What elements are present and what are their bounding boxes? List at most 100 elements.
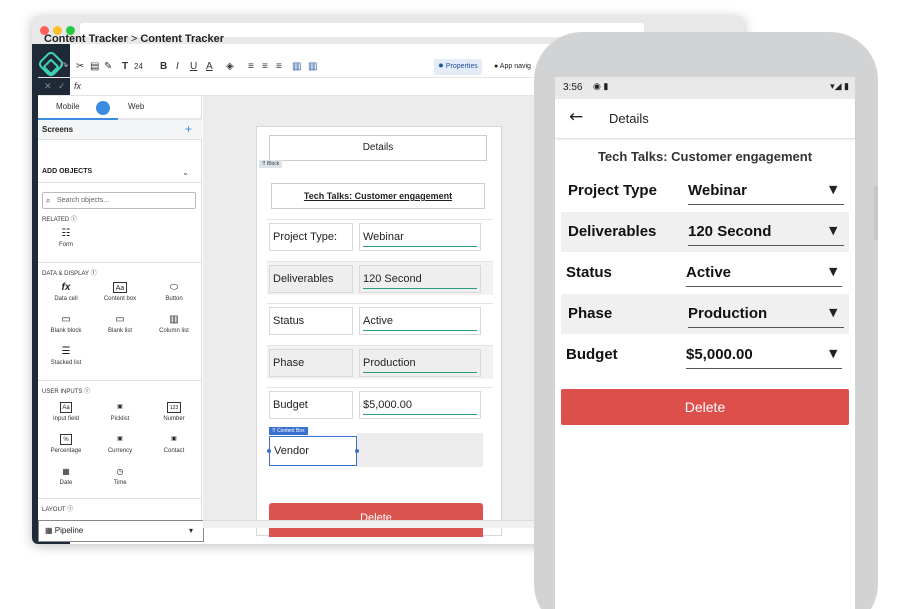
caret-icon: ▾ [188,526,193,535]
object-form[interactable]: ☷ Form [38,228,94,248]
field-underline [686,286,842,287]
date-icon: ▦ [62,467,70,476]
currency-icon: ▣ [117,436,123,442]
content-box-tag: ⠿ Content Box [269,427,308,435]
confirm-icon[interactable]: ✓ [58,81,66,92]
object-percentage[interactable]: % Percentage [38,434,94,454]
paste-icon[interactable]: ▤ [90,60,99,74]
breadcrumb-app[interactable]: Content Tracker [44,33,128,45]
pipeline-select[interactable]: ▦ Pipeline ▾ [38,520,204,542]
field-value[interactable]: Webinar [688,182,747,199]
related-header: RELATED ⓘ [42,217,77,223]
field-value[interactable]: Active [359,307,481,335]
delete-button[interactable]: Delete [561,389,849,425]
object-time[interactable]: ◷ Time [92,466,148,486]
dropdown-arrow-icon[interactable]: ▼ [829,183,837,196]
fx-icon: fx [61,282,71,293]
align-center-icon[interactable]: ≡ [262,60,268,74]
app-navigation-button[interactable]: ● App navig [494,59,531,75]
details-header[interactable]: Details [269,135,487,161]
object-blank-block[interactable]: ▭ Blank block [38,314,94,334]
redo-icon[interactable]: ↷ [60,60,68,74]
divider [38,380,202,381]
tab-web[interactable]: Web [128,102,144,111]
number-icon: 123 [167,402,181,413]
field-value[interactable]: Production [688,305,767,322]
object-input-field[interactable]: Aa Input field [38,402,94,422]
object-stacked-list[interactable]: ☰ Stacked list [38,346,94,366]
text-color-button[interactable]: A [206,60,213,74]
undo-icon[interactable]: ↶ [46,60,54,74]
vendor-content-box[interactable]: Vendor [267,436,359,466]
field-label: Project Type [568,182,657,199]
device-switch[interactable] [96,101,110,115]
field-label: Deliverables [568,223,657,240]
underline-button[interactable]: U [190,60,197,74]
field-row[interactable]: Project Type: Webinar [267,219,493,253]
field-value[interactable]: Active [686,264,731,281]
search-objects-input[interactable]: ⌕ Search objects... [42,192,196,209]
device-toggle: Mobile Web [38,96,202,120]
field-row[interactable]: Deliverables 120 Second ▼ [561,212,849,252]
field-value[interactable]: 120 Second [359,265,481,293]
italic-button[interactable]: I [176,60,179,74]
divider [38,262,202,263]
add-objects-heading: ADD OBJECTS [42,168,93,175]
dropdown-arrow-icon[interactable]: ▼ [829,224,837,237]
field-row[interactable]: Status Active ▼ [561,253,849,293]
field-row[interactable]: Project Type Webinar ▼ [561,171,849,211]
align-left-icon[interactable]: ≡ [248,60,254,74]
chevron-down-icon[interactable]: ⌄ [182,168,189,177]
field-row[interactable]: Deliverables 120 Second [267,261,493,295]
columns-icon[interactable]: ▥ [292,60,301,74]
object-blank-list[interactable]: ▭ Blank list [92,314,148,334]
phone-side-button [874,186,878,240]
field-row[interactable]: Phase Production [267,345,493,379]
object-date[interactable]: ▦ Date [38,466,94,486]
dropdown-arrow-icon[interactable]: ▼ [829,306,837,319]
field-value[interactable]: $5,000.00 [359,391,481,419]
field-value[interactable]: 120 Second [688,223,771,240]
object-contact[interactable]: ▣ Contact [146,434,202,454]
record-title[interactable]: Tech Talks: Customer engagement [271,183,485,209]
vendor-row-background [357,433,483,467]
text-style-icon[interactable]: T [122,60,128,74]
status-time: 3:56 [563,82,583,93]
add-screen-button[interactable]: + [185,122,192,136]
object-button[interactable]: ⬭ Button [146,282,202,302]
properties-button[interactable]: ✹ Properties [434,59,482,75]
fill-color-icon[interactable]: ◈ [226,60,234,74]
pipeline-label: Pipeline [54,526,84,535]
field-row[interactable]: Budget $5,000.00 [267,387,493,421]
field-row[interactable]: Phase Production ▼ [561,294,849,334]
object-data-cell[interactable]: fx Data cell [38,282,94,302]
field-value[interactable]: Production [359,349,481,377]
field-label: Budget [566,346,618,363]
align-right-icon[interactable]: ≡ [276,60,282,74]
field-row[interactable]: Status Active [267,303,493,337]
dropdown-arrow-icon[interactable]: ▼ [829,347,837,360]
object-picklist[interactable]: ▣ Picklist [92,402,148,422]
object-column-list[interactable]: ▥ Column list [146,314,202,334]
tab-mobile[interactable]: Mobile [56,102,80,111]
field-label: Status [566,264,612,281]
rows-icon[interactable]: ▥ [308,60,317,74]
screen-preview: Details ⠿ Block Tech Talks: Customer eng… [256,126,502,537]
form-icon: ☷ [61,228,71,239]
back-arrow-icon[interactable]: ← [569,107,583,127]
field-value[interactable]: $5,000.00 [686,346,753,363]
app-navigation-label: App navig [499,63,531,70]
font-size-select[interactable]: 24 [134,60,143,74]
object-number[interactable]: 123 Number [146,402,202,422]
field-value[interactable]: Webinar [359,223,481,251]
cancel-icon[interactable]: ✕ [44,81,52,92]
object-content-box[interactable]: Aa Content box [92,282,148,302]
bold-button[interactable]: B [160,60,167,74]
cut-icon[interactable]: ✂ [76,60,84,74]
dropdown-arrow-icon[interactable]: ▼ [829,265,837,278]
mobile-screen: 3:56 ◉ ▮ ▾◢ ▮ ← Details Tech Talks: Cust… [555,77,855,609]
format-painter-icon[interactable]: ✎ [104,60,112,74]
object-currency[interactable]: ▣ Currency [92,434,148,454]
field-row[interactable]: Budget $5,000.00 ▼ [561,335,849,375]
layout-header: LAYOUT ⓘ [42,507,74,513]
